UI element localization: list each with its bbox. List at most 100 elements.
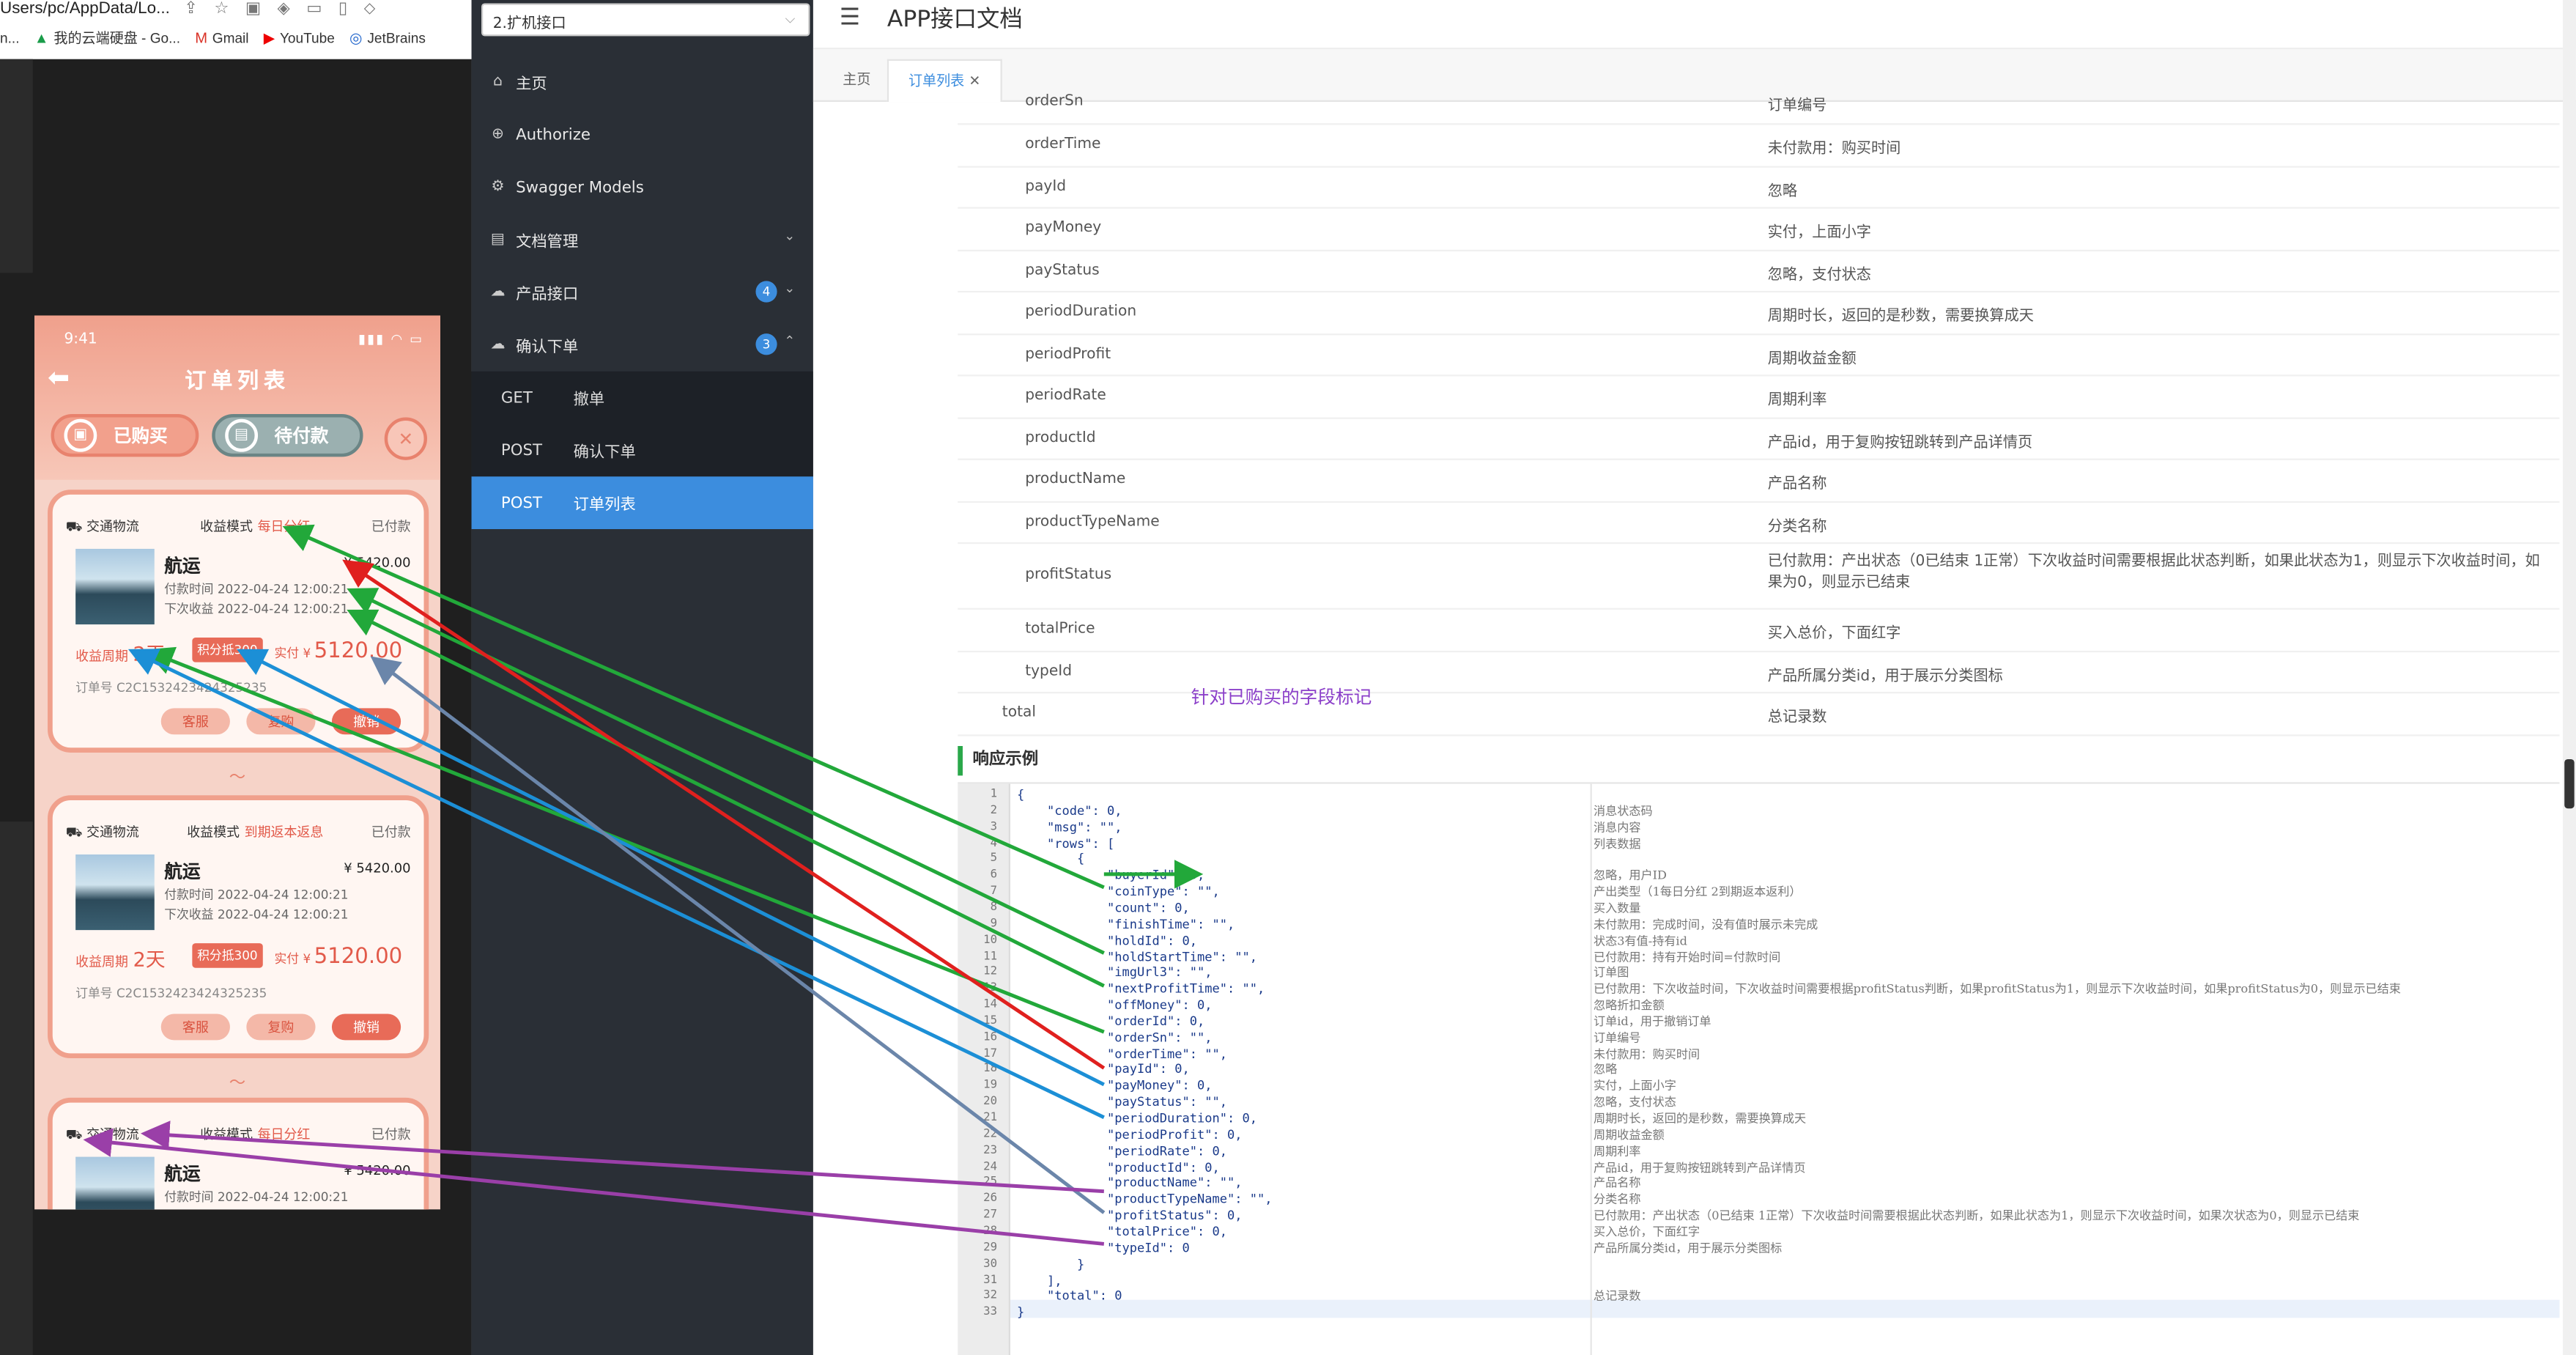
sidebar-icon[interactable]: ▯ [338, 0, 347, 18]
revoke-button[interactable]: 撤销 [331, 708, 401, 735]
line-number: 10 [983, 932, 998, 946]
field-name: productId [1025, 429, 1096, 446]
field-desc: 实付，上面小字 [1767, 225, 1872, 242]
sidebar-item-label: 产品接口 [516, 286, 579, 304]
order-card[interactable]: ⛟ 交通物流 收益模式 到期返本返息 已付款 航运 ¥ 5420.00 付款时间 … [48, 795, 429, 1059]
tab-order-list[interactable]: 订单列表 ✕ [887, 59, 1002, 103]
code-comment: 订单id，用于撤销订单 [1594, 1014, 1711, 1029]
code-line: { [1016, 787, 1025, 802]
bookmarks-bar: n... ▲ 我的云端硬盘 - Go... M Gmail ▶ YouTube ◎ Je… [0, 26, 472, 49]
line-number: 31 [983, 1272, 998, 1286]
menu-fold-icon[interactable]: ☰ [840, 5, 860, 32]
close-icon[interactable]: ✕ [969, 74, 980, 90]
divider: ～ [229, 769, 246, 788]
sidebar-item-swagger-models[interactable]: ⚙ Swagger Models [472, 161, 813, 214]
sidebar-item-label: 主页 [516, 75, 547, 94]
status-badge: 已付款 [371, 519, 411, 534]
response-params-table: orderSn 订单编号 orderTime 未付款用：购买时间 payId 忽略 p… [958, 94, 2560, 736]
code-comment: 订单图 [1594, 965, 1629, 981]
pin-icon[interactable]: ⬦ [364, 0, 376, 18]
signal-battery-icon: ▮▮▮ ◠ ▭ [358, 331, 424, 347]
truck-icon: ⛟ [65, 824, 83, 840]
tab-label: 订单列表 [908, 73, 965, 91]
sidebar-item-authorize[interactable]: ⊕ Authorize [472, 108, 813, 161]
code-editor[interactable]: { "code": 0, "msg": "", "rows": [ { "buy… [1016, 783, 1592, 1355]
window-edge [0, 822, 33, 1355]
tab-pending[interactable]: ▤ 待付款 [212, 414, 363, 457]
cancel-circle-icon[interactable]: ✕ [384, 417, 427, 460]
sidebar-subitem-cancel-order[interactable]: GET 撤单 [471, 371, 813, 424]
cloud-icon: ☁ [490, 336, 506, 354]
group-select[interactable]: 2.扩机接口 ⌵ [481, 3, 810, 37]
chevron-up-icon: ⌃ [784, 333, 796, 349]
code-line: "productTypeName": "", [1016, 1192, 1273, 1207]
bookmark-truncated[interactable]: n... [0, 29, 19, 45]
status-badge: 已付款 [371, 824, 411, 840]
mode-label: 收益模式 [187, 824, 240, 840]
puzzle-icon[interactable]: ◈ [278, 0, 290, 18]
card-header: ⛟ 交通物流 收益模式 每日分红 已付款 [66, 517, 411, 536]
next-profit-time: 下次收益 2022-04-24 12:00:21 [164, 907, 349, 922]
line-number: 19 [983, 1078, 998, 1092]
product-image [75, 854, 155, 931]
window-icon[interactable]: ▭ [306, 0, 322, 18]
code-line: "nextProfitTime": "", [1016, 981, 1265, 997]
code-line: "msg": "", [1016, 819, 1122, 835]
field-name: productName [1025, 471, 1126, 488]
category-label: 交通物流 [86, 519, 139, 534]
line-number: 6 [990, 868, 998, 882]
line-gutter: 1 2 3 4 5 6 7 8 9 10 11 12 13 14 15 16 17 18 19 20 21 22 23 24 2… [958, 783, 1011, 1355]
scrollbar-thumb[interactable] [2564, 758, 2575, 809]
bookmark-drive[interactable]: ▲ 我的云端硬盘 - Go... [34, 28, 180, 48]
field-name: periodRate [1025, 388, 1106, 405]
extension-icon[interactable]: ▣ [245, 0, 261, 18]
line-number: 29 [983, 1240, 998, 1254]
code-comment: 买入总价，下面红字 [1594, 1224, 1700, 1239]
scrollbar[interactable] [2562, 0, 2576, 1355]
sidebar-subitem-confirm-order[interactable]: POST 确认下单 [471, 424, 813, 477]
rebuy-button[interactable]: 复购 [246, 1014, 316, 1041]
response-example-code[interactable]: 1 2 3 4 5 6 7 8 9 10 11 12 13 14 15 16 17 18 19 20 21 22 23 24 2… [958, 782, 2560, 1355]
phone-mockup: 9:41 ▮▮▮ ◠ ▭ ⬅ 订单列表 ▣ 已购买 ▤ 待付款 ✕ ⛟ 交通物流 收… [34, 315, 440, 1210]
mode-value: 到期返本返息 [244, 824, 324, 840]
table-row: periodDuration 周期时长，返回的是秒数，需要换算成天 [958, 292, 2560, 335]
order-card[interactable]: ⛟ 交通物流 收益模式 每日分红 已付款 航运 ¥ 5420.00 付款时间 20… [48, 1097, 429, 1210]
period-label: 收益周期 [75, 954, 128, 970]
star-icon[interactable]: ☆ [214, 0, 229, 18]
service-button[interactable]: 客服 [160, 708, 230, 735]
order-card[interactable]: ⛟ 交通物流 收益模式 每日分红 已付款 航运 ¥ 5420.00 付款时间 20… [48, 490, 429, 753]
line-number: 8 [990, 900, 998, 914]
share-icon[interactable]: ⇪ [184, 0, 198, 18]
sidebar-item-home[interactable]: ⌂ 主页 [472, 56, 813, 108]
code-line: "total": 0 [1016, 1288, 1122, 1304]
rebuy-button[interactable]: 复购 [246, 708, 316, 735]
tab-purchased[interactable]: ▣ 已购买 [51, 414, 199, 457]
revoke-button[interactable]: 撤销 [331, 1014, 401, 1041]
code-line: "code": 0, [1016, 803, 1122, 819]
service-button[interactable]: 客服 [160, 1014, 230, 1041]
count-badge: 4 [755, 281, 777, 303]
code-line: "holdId": 0, [1016, 932, 1198, 948]
period-value: 2天 [133, 642, 166, 666]
profit-mode: 收益模式 到期返本返息 [187, 823, 323, 841]
code-comment: 产品id，用于复购按钮跳转到产品详情页 [1594, 1159, 1806, 1175]
sidebar-item-confirm-order[interactable]: ☁ 确认下单 3 ⌃ [472, 319, 813, 372]
sidebar-item-doc-manage[interactable]: ▤ 文档管理 ⌄ [472, 213, 813, 266]
sidebar-item-product-api[interactable]: ☁ 产品接口 4 ⌄ [472, 266, 813, 319]
line-number: 21 [983, 1110, 998, 1124]
field-desc: 周期利率 [1767, 392, 1827, 410]
product-name: 航运 [164, 1163, 201, 1185]
field-desc: 产品名称 [1767, 476, 1827, 493]
bookmark-youtube[interactable]: ▶ YouTube [264, 29, 335, 47]
code-comment: 产出类型（1每日分红 2到期返本返利） [1594, 884, 1802, 899]
product-image [75, 548, 155, 625]
bookmark-gmail[interactable]: M Gmail [195, 29, 248, 45]
sidebar-subitem-order-list[interactable]: POST 订单列表 [471, 476, 813, 530]
field-name: productTypeName [1025, 513, 1160, 531]
bookmark-jetbrains[interactable]: ◎ JetBrains [349, 29, 426, 47]
order-number: 订单号 C2C1532423424325235 [75, 680, 267, 695]
code-comment: 周期收益金额 [1594, 1126, 1665, 1142]
tab-home[interactable]: 主页 [823, 59, 890, 102]
order-number: 订单号 C2C1532423424325235 [75, 986, 267, 1001]
field-desc: 忽略 [1767, 183, 1798, 200]
